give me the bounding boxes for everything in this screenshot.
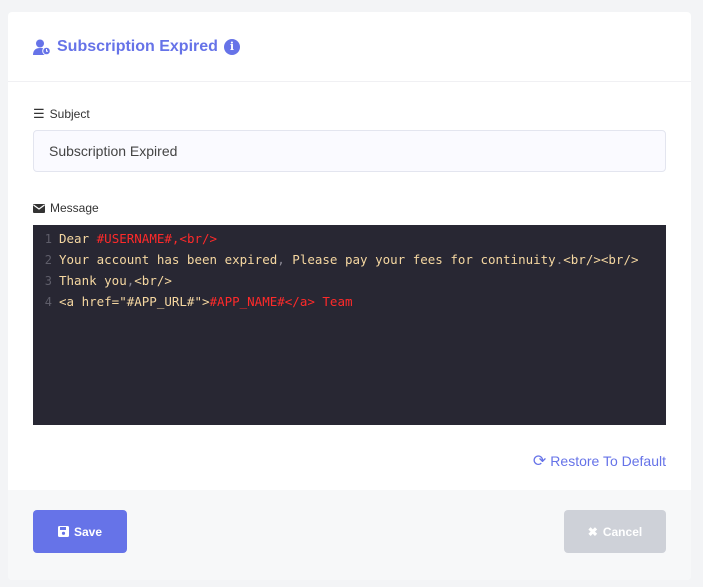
refresh-icon: ⟳ — [532, 453, 547, 470]
line-number: 4 — [44, 295, 52, 309]
code-token: <br/> — [134, 273, 172, 288]
code-line: 2 Your account has been expired, Please p… — [33, 253, 666, 274]
code-token: Thank you — [59, 273, 127, 288]
line-number: 3 — [44, 274, 52, 288]
card-header: Subscription Expired i — [8, 12, 691, 82]
info-icon[interactable]: i — [223, 38, 240, 55]
code-token: Dear — [59, 231, 97, 246]
code-token: Please pay your fees for continuity — [284, 252, 556, 267]
cancel-button[interactable]: ✖ Cancel — [564, 510, 666, 553]
code-token: , — [277, 252, 285, 267]
envelope-icon — [33, 203, 45, 213]
code-token: #APP_NAME#</a> Team — [209, 294, 353, 309]
code-line: 3 Thank you, <br/> — [33, 274, 666, 295]
email-template-card: Subscription Expired i ☰ Subject Message… — [8, 12, 691, 580]
message-code-editor[interactable]: 1 Dear #USERNAME#,<br/> 2 Your account has … — [33, 225, 666, 425]
message-label: Message — [33, 201, 99, 215]
user-clock-icon — [33, 39, 51, 55]
code-token: #USERNAME#,<br/> — [96, 231, 218, 246]
code-line: 1 Dear #USERNAME#,<br/> — [33, 232, 666, 253]
subject-label: ☰ Subject — [33, 106, 90, 121]
subject-input[interactable] — [33, 130, 666, 172]
bars-icon: ☰ — [33, 106, 45, 121]
code-token: <br/><br/> — [563, 252, 639, 267]
code-token: , — [126, 273, 135, 288]
restore-default-link[interactable]: ⟳ Restore To Default — [533, 451, 666, 471]
code-token: . — [555, 252, 564, 267]
code-token: <a href="#APP_URL#"> — [59, 294, 210, 309]
code-token: Your account has been expired — [59, 252, 278, 267]
code-line: 4 <a href="#APP_URL#"> #APP_NAME#</a> Team — [33, 295, 666, 316]
line-number: 2 — [44, 253, 52, 267]
page-title: Subscription Expired — [57, 37, 218, 55]
line-number: 1 — [44, 232, 52, 246]
floppy-disk-icon — [57, 526, 69, 537]
card-footer: Save ✖ Cancel — [8, 490, 691, 580]
close-icon: ✖ — [587, 524, 598, 539]
save-button[interactable]: Save — [33, 510, 127, 553]
